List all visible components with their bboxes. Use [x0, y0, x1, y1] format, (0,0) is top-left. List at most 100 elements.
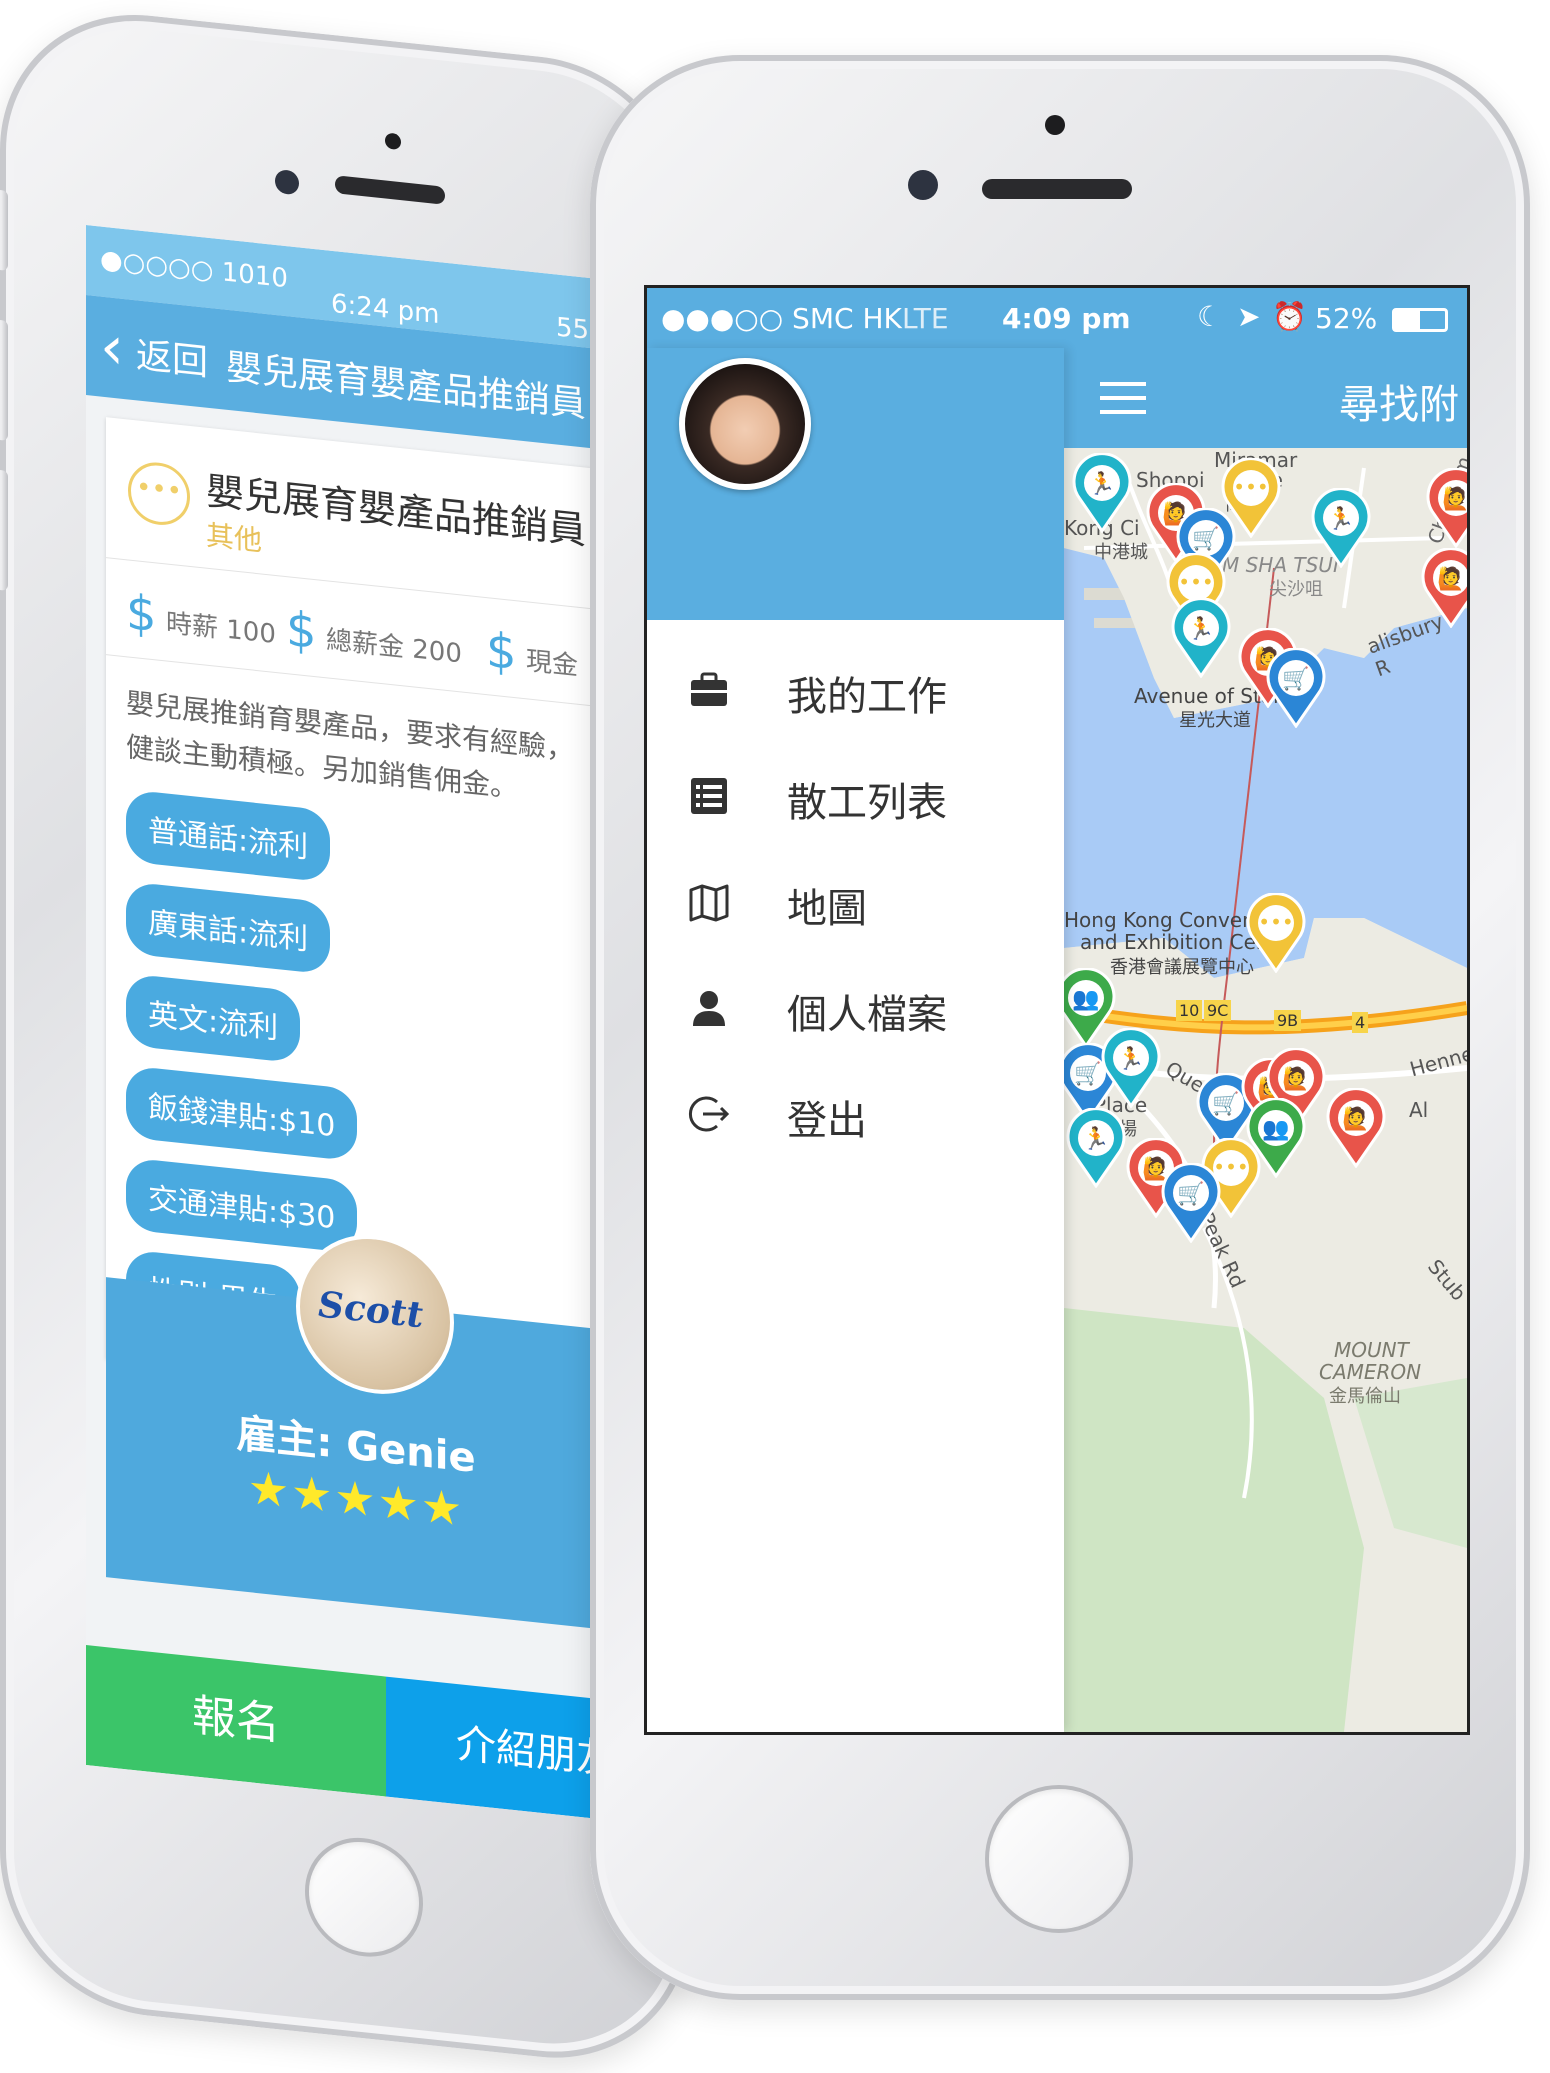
svg-text:👥: 👥: [1072, 987, 1099, 1012]
menu-item-label: 登出: [787, 1098, 867, 1144]
hamburger-menu-icon[interactable]: [1100, 382, 1146, 416]
home-button: [305, 1832, 423, 1963]
map-pin-promoter[interactable]: 🙋: [1324, 1088, 1388, 1168]
map-pin-delivery[interactable]: 🏃: [1309, 488, 1373, 568]
refer-friend-button[interactable]: 介紹朋友: [386, 1676, 606, 1820]
svg-text:•••: •••: [1233, 475, 1268, 499]
total-pay: 總薪金 200: [326, 625, 462, 670]
carrier-label: ●●●○○ SMC HK: [661, 302, 902, 335]
map-pin-delivery[interactable]: 🏃: [1099, 1028, 1163, 1108]
dollar-icon: $: [486, 622, 517, 682]
carrier-label: ●○○○○ 1010: [100, 244, 288, 295]
network-label: LTE: [902, 302, 949, 335]
svg-text:🙋: 🙋: [1282, 1066, 1309, 1092]
menu-item-label: 我的工作: [787, 674, 947, 720]
svg-text:🛒: 🛒: [1074, 1061, 1101, 1087]
earpiece-speaker: [335, 175, 445, 205]
battery-label: 52%: [1315, 302, 1378, 335]
menu-item-job-list[interactable]: 散工列表: [647, 744, 1064, 844]
svg-text:🛒: 🛒: [1177, 1181, 1204, 1207]
map-pin-promoter[interactable]: 🙋: [1419, 548, 1467, 628]
menu-item-label: 散工列表: [787, 780, 947, 826]
svg-text:🏃: 🏃: [1187, 616, 1214, 642]
menu-item-logout[interactable]: 登出: [647, 1062, 1064, 1162]
dollar-icon: $: [126, 584, 157, 644]
map-label-mount: MOUNT: [1334, 1338, 1409, 1362]
route-shield-9b: 9B: [1274, 1010, 1302, 1031]
svg-text:🛒: 🛒: [1192, 526, 1219, 552]
logout-icon: [688, 1096, 730, 1132]
payment-method: 現金: [526, 646, 579, 682]
sensor-dot: [1045, 115, 1065, 135]
app-title: 尋找附: [1339, 382, 1459, 428]
front-camera: [908, 170, 938, 200]
svg-text:🙋: 🙋: [1437, 566, 1464, 592]
svg-text:🙋: 🙋: [1342, 1106, 1369, 1132]
map-pin-shopping[interactable]: 🛒: [1159, 1163, 1223, 1243]
svg-text:🏃: 🏃: [1082, 1126, 1109, 1152]
map-pin-shopping[interactable]: 🛒: [1264, 648, 1328, 728]
drawer-header: [647, 348, 1064, 620]
right-phone-screen: ●●●○○ SMC HK LTE 4:09 pm ☾ ➤ ⏰ 52% 尋找附 S…: [644, 285, 1470, 1735]
alarm-icon: ⏰: [1272, 300, 1307, 333]
map-pin-promoter[interactable]: 🙋: [1424, 468, 1467, 548]
map-label-mount-cameron-zh: 金馬倫山: [1329, 1386, 1401, 1407]
tag-cantonese: 廣東話:流利: [126, 881, 331, 975]
battery-icon: [1392, 308, 1448, 332]
menu-item-map[interactable]: 地圖: [647, 850, 1064, 950]
job-title: 嬰兒展育嬰產品推銷員: [206, 468, 587, 553]
map-view[interactable]: Miramar Shoppi entre 美 商場 Kong Ci 中港城 M …: [1064, 448, 1467, 1732]
earpiece-speaker: [982, 179, 1132, 199]
map-label-hkcec-zh: 香港會議展覽中心: [1110, 957, 1254, 978]
svg-text:🙋: 🙋: [1442, 486, 1467, 512]
battery-label: 55: [556, 312, 590, 346]
svg-text:🛒: 🛒: [1282, 666, 1309, 692]
status-bar: ●●●○○ SMC HK LTE 4:09 pm ☾ ➤ ⏰ 52%: [647, 288, 1467, 348]
back-chevron-icon[interactable]: ‹: [100, 312, 124, 385]
map-label-kong-c-zh: 中港城: [1094, 542, 1148, 563]
menu-item-my-jobs[interactable]: 我的工作: [647, 638, 1064, 738]
right-phone-frame: ●●●○○ SMC HK LTE 4:09 pm ☾ ➤ ⏰ 52% 尋找附 S…: [590, 55, 1530, 2000]
mute-switch: [0, 189, 8, 271]
list-icon: [691, 778, 727, 814]
menu-item-label: 地圖: [787, 886, 867, 932]
menu-item-profile[interactable]: 個人檔案: [647, 956, 1064, 1056]
svg-text:🏃: 🏃: [1327, 506, 1354, 532]
location-arrow-icon: ➤: [1237, 300, 1261, 333]
page-title: 嬰兒展育嬰產品推銷員: [226, 346, 587, 426]
app-bar: 尋找附: [1064, 348, 1467, 448]
category-more-icon: •••: [128, 459, 190, 528]
moon-icon: ☾: [1197, 300, 1223, 333]
map-label-tsim-sha-tsui-zh: 尖沙咀: [1269, 579, 1323, 600]
time-label: 4:09 pm: [1002, 302, 1131, 335]
route-shield-4: 4: [1352, 1012, 1369, 1033]
tag-english: 英文:流利: [126, 973, 301, 1064]
volume-up-button: [0, 319, 8, 441]
tag-mandarin: 普通話:流利: [126, 789, 331, 883]
tag-meal-allowance: 飯錢津貼:$10: [126, 1065, 358, 1162]
svg-text:•••: •••: [1178, 570, 1213, 594]
left-phone-screen: ●○○○○ 1010 6:24 pm 55 ‹ 返回 嬰兒展育嬰產品推銷員 ••…: [86, 225, 606, 1820]
volume-down-button: [0, 469, 8, 591]
apply-button[interactable]: 報名: [86, 1645, 386, 1797]
svg-text:•••: •••: [1258, 910, 1293, 934]
map-pin-delivery[interactable]: 🏃: [1070, 453, 1134, 533]
sensor-dot: [385, 132, 401, 151]
person-icon: [693, 991, 725, 1026]
map-label-wan: Al: [1409, 1098, 1429, 1122]
map-pin-delivery[interactable]: 🏃: [1064, 1108, 1128, 1188]
back-button[interactable]: 返回: [136, 326, 208, 386]
map-pin-delivery[interactable]: 🏃: [1169, 598, 1233, 678]
map-icon: [689, 884, 729, 922]
map-label-cameron: CAMERON: [1319, 1360, 1422, 1384]
home-button: [985, 1785, 1133, 1933]
tag-transport-allowance: 交通津貼:$30: [126, 1157, 358, 1254]
avatar[interactable]: [679, 358, 811, 490]
left-phone-frame: ●○○○○ 1010 6:24 pm 55 ‹ 返回 嬰兒展育嬰產品推銷員 ••…: [0, 0, 690, 2073]
map-pin-other[interactable]: •••: [1244, 893, 1308, 973]
employer-panel: Scott 雇主: Genie ★★★★★: [106, 1227, 606, 1630]
job-category: 其他: [206, 518, 263, 558]
menu-item-label: 個人檔案: [787, 992, 947, 1038]
front-camera: [275, 168, 299, 196]
svg-text:🏃: 🏃: [1117, 1046, 1144, 1072]
